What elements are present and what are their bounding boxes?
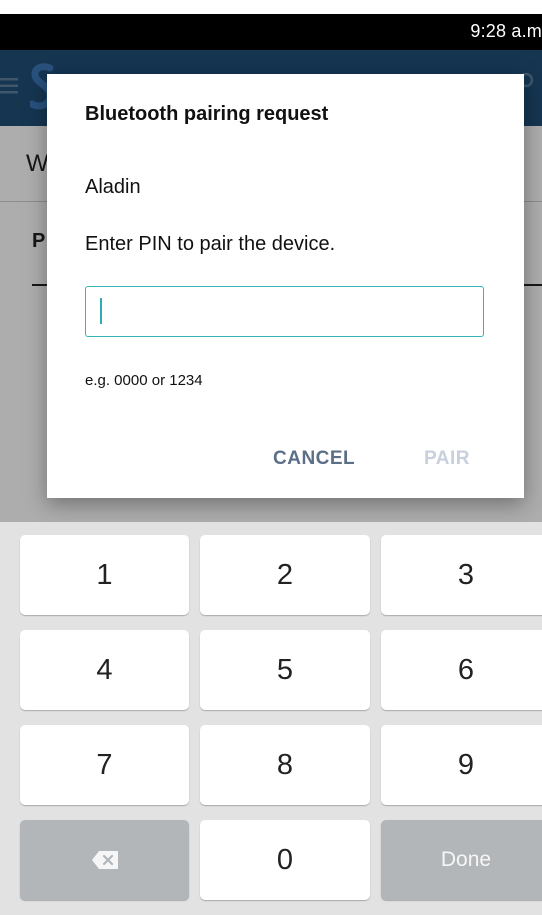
key-5[interactable]: 5: [200, 630, 370, 710]
status-time: 9:28 a.m: [470, 21, 542, 41]
key-1[interactable]: 1: [20, 535, 189, 615]
backspace-icon: [91, 851, 118, 869]
key-9[interactable]: 9: [381, 725, 542, 805]
dialog-title: Bluetooth pairing request: [85, 103, 329, 125]
key-2[interactable]: 2: [200, 535, 370, 615]
text-cursor: [100, 298, 102, 324]
numeric-keyboard: 1 2 3 4 5 6 7 8 9 0 Done: [0, 522, 542, 915]
pin-instruction: Enter PIN to pair the device.: [85, 233, 336, 255]
pin-input[interactable]: [85, 286, 484, 337]
top-strip: [0, 0, 542, 14]
done-key[interactable]: Done: [381, 820, 542, 900]
key-3[interactable]: 3: [381, 535, 542, 615]
key-7[interactable]: 7: [20, 725, 189, 805]
bluetooth-pairing-dialog: Bluetooth pairing request Aladin Enter P…: [47, 74, 524, 498]
device-name: Aladin: [85, 176, 141, 198]
android-screen: 9:28 a.m W P Bluetooth pairing request A…: [0, 0, 542, 915]
status-bar: 9:28 a.m: [0, 14, 542, 50]
key-6[interactable]: 6: [381, 630, 542, 710]
backspace-key[interactable]: [20, 820, 189, 900]
done-label: Done: [440, 848, 492, 871]
key-8[interactable]: 8: [200, 725, 370, 805]
pin-hint: e.g. 0000 or 1234: [85, 372, 203, 389]
pair-button[interactable]: PAIR: [424, 448, 470, 470]
key-0[interactable]: 0: [200, 820, 370, 900]
cancel-button[interactable]: CANCEL: [273, 448, 355, 470]
key-4[interactable]: 4: [20, 630, 189, 710]
